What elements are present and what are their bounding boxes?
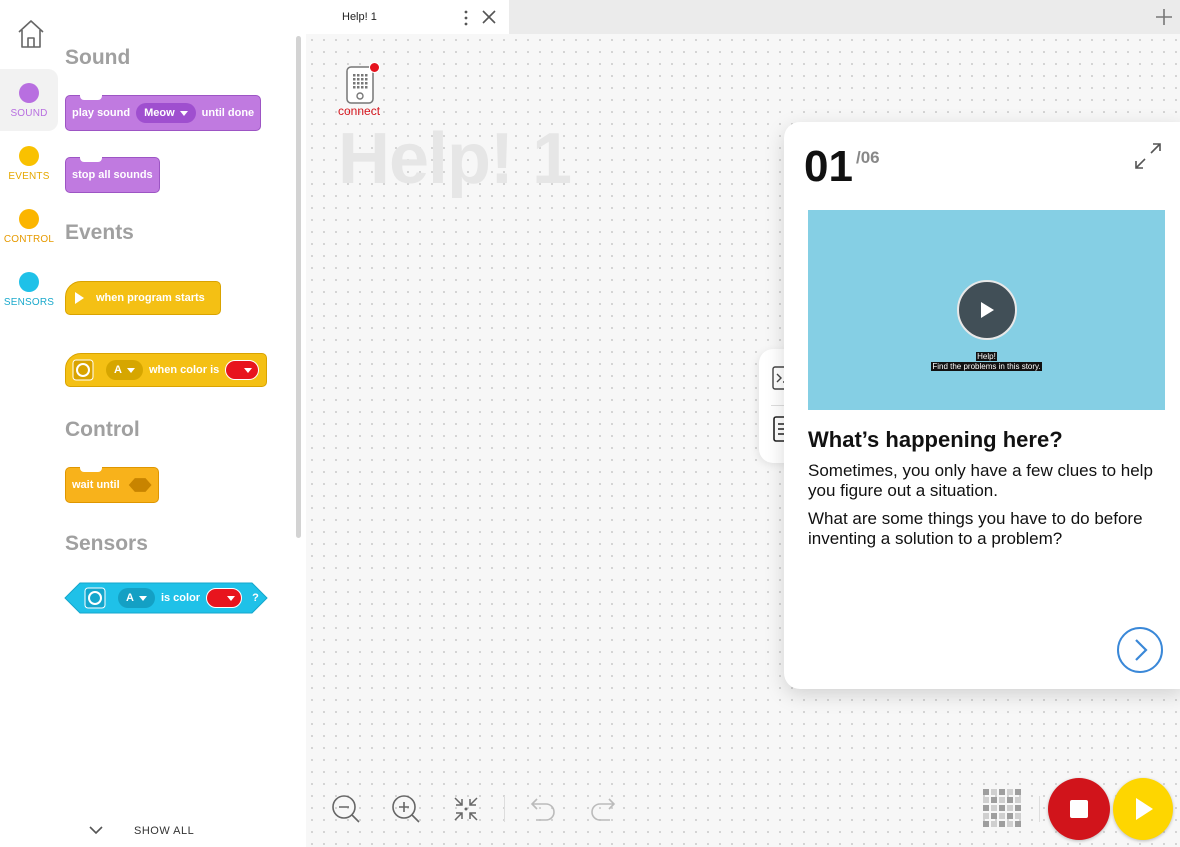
block-is-color[interactable]: A is color ? — [64, 582, 268, 614]
close-icon[interactable] — [480, 8, 498, 26]
block-is-color-content: A is color ? — [64, 582, 268, 614]
video-player[interactable]: Help! Find the problems in this story. — [808, 210, 1165, 410]
sound-select-value: Meow — [144, 107, 175, 119]
play-icon — [981, 302, 994, 318]
color-sensor-icon — [84, 587, 106, 609]
block-play-sound-suffix: until done — [201, 107, 255, 119]
category-events[interactable]: EVENTS — [0, 132, 58, 194]
section-title-events: Events — [65, 221, 134, 244]
block-stop-all-sounds-label: stop all sounds — [72, 169, 153, 181]
tab-title: Help! 1 — [342, 11, 377, 23]
chevron-down-icon[interactable] — [88, 824, 104, 836]
color-select[interactable] — [206, 588, 243, 608]
block-when-program-starts[interactable]: when program starts — [65, 281, 221, 315]
block-palette: Sound play sound Meow until done stop al… — [58, 0, 306, 847]
tab-bar: Help! 1 — [306, 0, 1180, 34]
next-step-icon[interactable] — [1116, 626, 1164, 674]
redo-icon[interactable] — [588, 794, 618, 824]
category-control-label: CONTROL — [3, 234, 55, 245]
tab-project[interactable]: Help! 1 — [306, 0, 509, 34]
run-button[interactable] — [1113, 778, 1173, 840]
connect-label[interactable]: connect — [338, 104, 380, 118]
video-play-button[interactable] — [957, 280, 1017, 340]
stop-button[interactable] — [1048, 778, 1110, 840]
step-total: /06 — [856, 148, 880, 167]
more-vertical-icon[interactable] — [463, 9, 469, 27]
undo-icon[interactable] — [528, 794, 558, 824]
color-select[interactable] — [225, 360, 260, 380]
palette-scrollbar[interactable] — [296, 36, 301, 538]
stop-icon — [1070, 800, 1088, 818]
sound-select[interactable]: Meow — [136, 103, 196, 123]
help-question: What’s happening here? — [808, 427, 1063, 452]
zoom-out-icon[interactable] — [331, 794, 361, 824]
project-title: Help! 1 — [338, 119, 572, 199]
chevron-down-icon — [244, 367, 253, 373]
help-paragraph-1: Sometimes, you only have a few clues to … — [808, 461, 1153, 500]
port-select-value: A — [126, 592, 134, 604]
block-when-color-is[interactable]: A when color is — [65, 353, 267, 387]
category-sound-label: SOUND — [10, 108, 48, 119]
play-icon — [1136, 798, 1153, 820]
help-panel: 01 /06 Help! Find the problems in this s… — [784, 122, 1180, 689]
section-title-sensors: Sensors — [65, 532, 148, 555]
block-wait-until-label: wait until — [72, 479, 120, 491]
block-is-color-q: ? — [252, 592, 259, 604]
show-all-button[interactable]: SHOW ALL — [134, 825, 194, 837]
sensors-dot-icon — [19, 272, 39, 292]
chevron-down-icon — [227, 595, 236, 601]
block-when-program-starts-label: when program starts — [96, 292, 205, 304]
port-select-value: A — [114, 364, 122, 376]
category-sound[interactable]: SOUND — [0, 69, 58, 131]
expand-icon[interactable] — [1133, 141, 1163, 171]
chevron-down-icon — [179, 110, 188, 116]
port-select[interactable]: A — [106, 360, 143, 380]
chevron-down-icon — [126, 367, 135, 373]
hub-display-icon[interactable] — [981, 787, 1023, 829]
help-paragraph-2: What are some things you have to do befo… — [808, 509, 1143, 548]
section-title-sound: Sound — [65, 46, 131, 69]
block-is-color-label: is color — [160, 592, 201, 604]
block-stop-all-sounds[interactable]: stop all sounds — [65, 157, 160, 193]
section-title-control: Control — [65, 418, 140, 441]
category-events-label: EVENTS — [8, 171, 50, 182]
category-sensors-label: SENSORS — [3, 297, 55, 308]
play-icon — [75, 292, 84, 304]
sound-dot-icon — [19, 83, 39, 103]
step-number: 01 — [804, 142, 853, 191]
toolbar-divider — [1039, 796, 1040, 822]
block-play-sound[interactable]: play sound Meow until done — [65, 95, 262, 131]
video-caption-2: Find the problems in this story. — [931, 362, 1042, 371]
category-sensors[interactable]: SENSORS — [0, 258, 58, 320]
collapse-icon[interactable] — [451, 794, 481, 824]
block-play-sound-prefix: play sound — [72, 107, 131, 119]
hub-icon[interactable] — [346, 66, 374, 104]
events-dot-icon — [19, 146, 39, 166]
chevron-down-icon — [138, 595, 147, 601]
zoom-in-icon[interactable] — [391, 794, 421, 824]
block-wait-until[interactable]: wait until — [65, 467, 159, 503]
category-control[interactable]: CONTROL — [0, 195, 58, 257]
port-select[interactable]: A — [118, 588, 155, 608]
hub-status-dot — [369, 62, 380, 73]
category-rail: SOUND EVENTS CONTROL SENSORS — [0, 0, 58, 847]
toolbar-divider — [504, 796, 505, 822]
block-when-color-label: when color is — [148, 364, 220, 376]
control-dot-icon — [19, 209, 39, 229]
plus-icon[interactable] — [1154, 7, 1174, 27]
color-sensor-icon — [72, 359, 94, 381]
home-icon[interactable] — [16, 18, 46, 50]
condition-slot[interactable] — [128, 475, 152, 495]
